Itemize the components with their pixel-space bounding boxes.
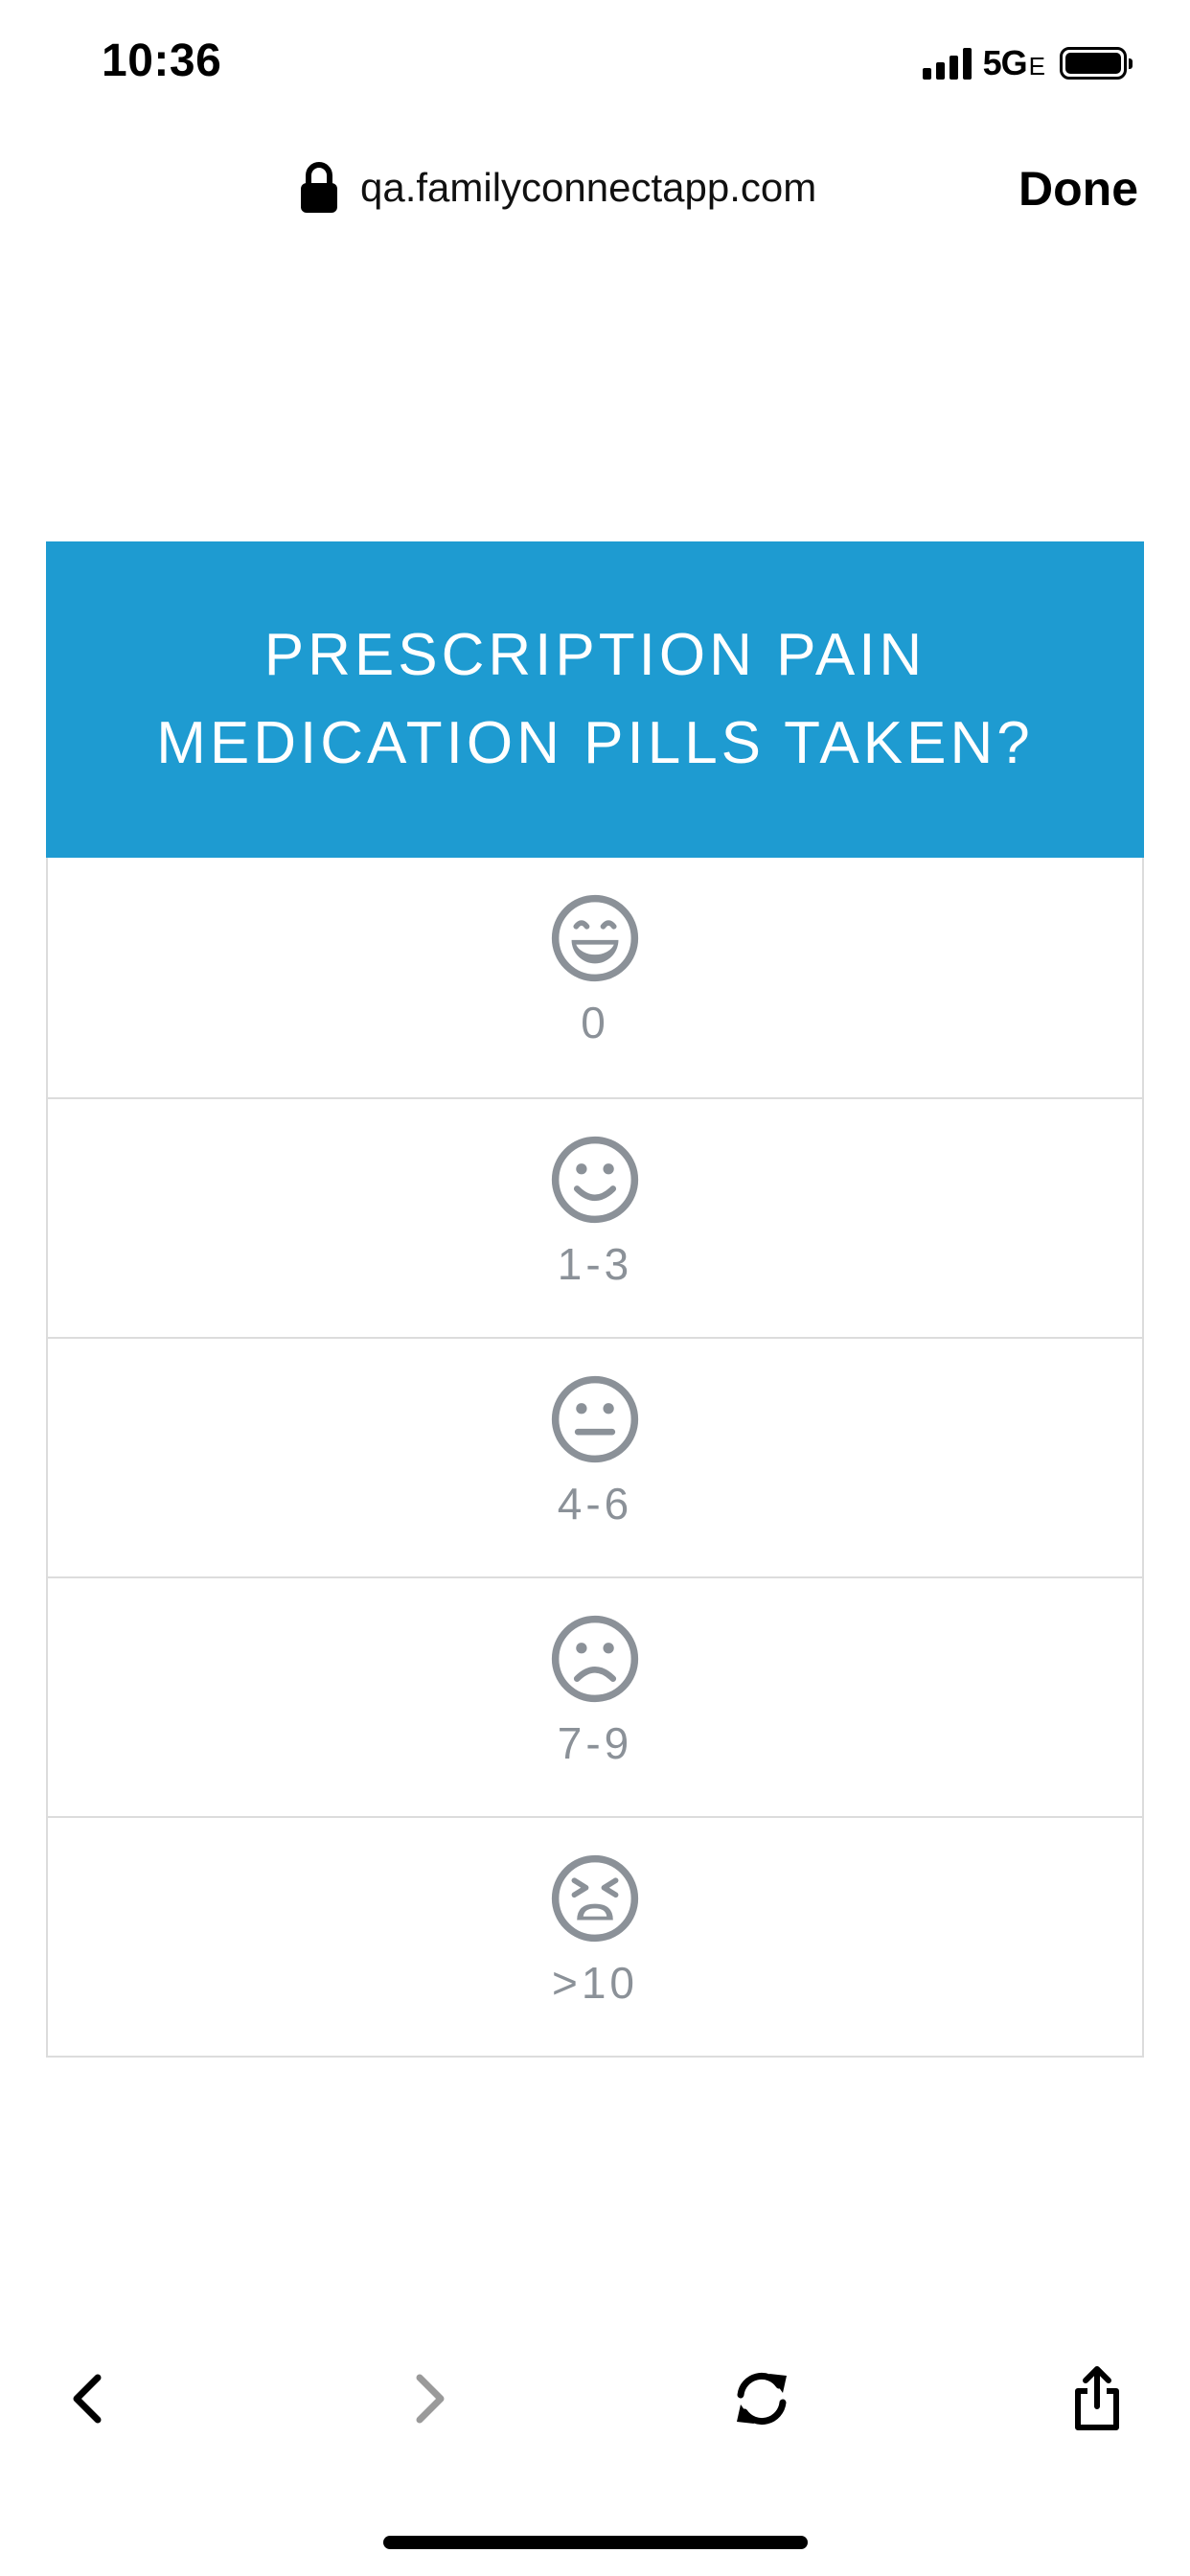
back-button[interactable] — [46, 2356, 132, 2442]
share-icon — [1075, 2366, 1119, 2430]
reload-button[interactable] — [719, 2356, 805, 2442]
frowning-face-icon — [551, 1615, 639, 1703]
question-title: PRESCRIPTION PAIN MEDICATION PILLS TAKEN… — [156, 622, 1034, 776]
share-button[interactable] — [1054, 2356, 1140, 2442]
smiling-face-icon — [551, 1136, 639, 1224]
grinning-face-icon — [551, 894, 639, 982]
answer-option-4-6[interactable]: 4-6 — [48, 1337, 1142, 1576]
question-card: PRESCRIPTION PAIN MEDICATION PILLS TAKEN… — [46, 541, 1144, 2058]
answer-option-label: 0 — [581, 998, 609, 1047]
question-header: PRESCRIPTION PAIN MEDICATION PILLS TAKEN… — [46, 541, 1144, 858]
answer-option-0[interactable]: 0 — [48, 858, 1142, 1097]
url-text: qa.familyconnectapp.com — [360, 165, 817, 210]
answer-option-label: 1-3 — [557, 1239, 633, 1289]
answer-option-7-9[interactable]: 7-9 — [48, 1576, 1142, 1816]
neutral-face-icon — [551, 1375, 639, 1463]
chevron-left-icon — [73, 2374, 102, 2424]
answer-option-over-10[interactable]: >10 — [48, 1816, 1142, 2056]
signal-strength-icon — [922, 47, 972, 80]
answer-option-label: >10 — [551, 1958, 639, 2008]
done-button[interactable]: Done — [1018, 161, 1138, 217]
status-indicators: 5GE — [922, 43, 1133, 83]
network-type: 5GE — [982, 43, 1045, 83]
status-time: 10:36 — [102, 35, 222, 86]
lock-icon — [301, 162, 337, 213]
url-bar[interactable]: qa.familyconnectapp.com — [299, 159, 816, 217]
battery-icon — [1060, 47, 1133, 80]
forward-button[interactable] — [385, 2356, 471, 2442]
network-label: 5G — [982, 43, 1028, 82]
chevron-right-icon — [416, 2374, 445, 2424]
answer-option-1-3[interactable]: 1-3 — [48, 1097, 1142, 1337]
answer-options: 0 1-3 4-6 7-9 >10 — [46, 858, 1144, 2058]
network-suffix: E — [1028, 52, 1045, 80]
tired-face-icon — [551, 1854, 639, 1943]
reload-icon — [737, 2373, 787, 2425]
home-indicator — [383, 2536, 808, 2549]
answer-option-label: 7-9 — [557, 1718, 633, 1768]
answer-option-label: 4-6 — [557, 1479, 633, 1529]
